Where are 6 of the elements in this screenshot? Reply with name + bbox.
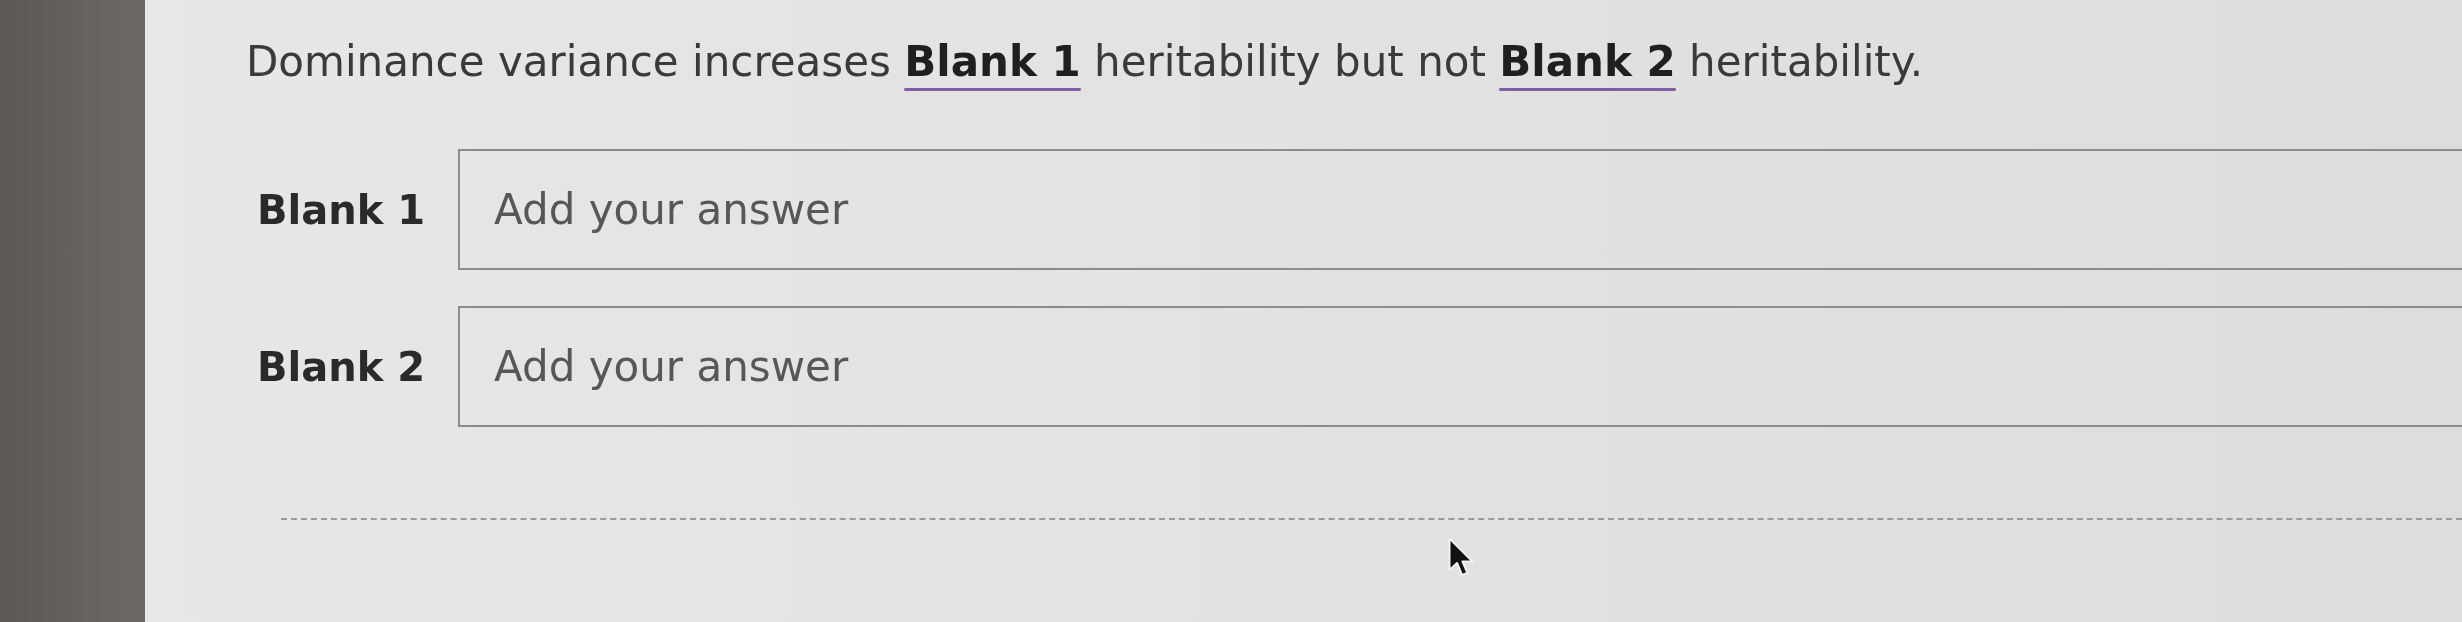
cursor-icon (1448, 537, 1474, 577)
blank-label: Blank 2 (256, 342, 427, 391)
question-text: Dominance variance increases Blank 1 heritability but not Blank 2 heritability. (246, 36, 1925, 88)
answer-field[interactable]: Add your answer (458, 306, 2462, 427)
answer-field[interactable]: Add your answer (458, 149, 2462, 270)
blank-label: Blank 1 (256, 185, 427, 234)
